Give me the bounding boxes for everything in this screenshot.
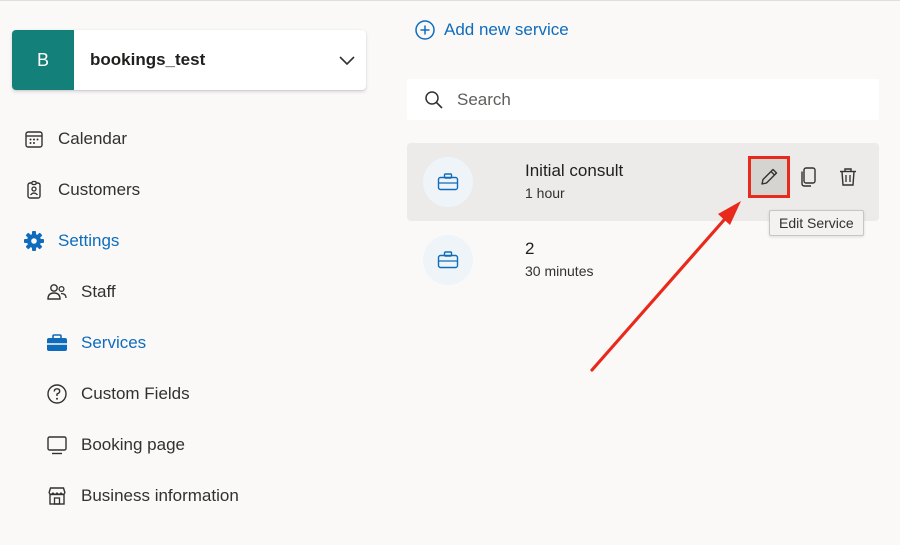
- nav-business-information-label: Business information: [81, 486, 239, 505]
- service-duration: 1 hour: [525, 185, 565, 201]
- business-avatar: B: [12, 30, 74, 90]
- add-circle-icon: [415, 20, 435, 40]
- copy-icon: [801, 167, 816, 187]
- business-information-store-icon: [45, 484, 69, 508]
- nav-settings[interactable]: Settings: [22, 227, 119, 255]
- staff-icon: [45, 280, 69, 304]
- top-divider: [0, 0, 900, 1]
- nav-calendar[interactable]: Calendar: [22, 125, 127, 153]
- add-new-service-button[interactable]: Add new service: [414, 17, 569, 43]
- nav-settings-label: Settings: [58, 231, 120, 250]
- service-briefcase-icon: [423, 235, 473, 285]
- business-selector[interactable]: B bookings_test: [12, 30, 366, 90]
- services-briefcase-icon: [45, 331, 69, 355]
- delete-service-button[interactable]: [832, 161, 864, 193]
- service-name: Initial consult: [525, 161, 624, 180]
- copy-service-button[interactable]: [792, 161, 824, 193]
- nav-customers-label: Customers: [58, 180, 141, 199]
- business-name: bookings_test: [90, 50, 206, 69]
- search-input[interactable]: [455, 88, 839, 111]
- nav-services[interactable]: Services: [45, 329, 146, 357]
- service-duration: 30 minutes: [525, 263, 594, 279]
- add-new-service-label: Add new service: [444, 20, 569, 39]
- search-box[interactable]: [407, 79, 879, 120]
- booking-page-monitor-icon: [45, 433, 69, 457]
- nav-booking-page[interactable]: Booking page: [45, 431, 185, 459]
- search-icon: [425, 90, 443, 109]
- nav-custom-fields-label: Custom Fields: [81, 384, 190, 403]
- nav-customers[interactable]: Customers: [22, 176, 140, 204]
- nav-custom-fields[interactable]: Custom Fields: [45, 380, 190, 408]
- chevron-down-icon[interactable]: [338, 53, 356, 67]
- settings-gear-icon: [22, 229, 46, 253]
- delete-trash-icon: [840, 168, 856, 186]
- nav-calendar-label: Calendar: [58, 129, 127, 148]
- edit-pencil-icon: [761, 168, 778, 185]
- nav-business-information[interactable]: Business information: [45, 482, 239, 510]
- service-name: 2: [525, 239, 535, 258]
- nav-services-label: Services: [81, 333, 147, 352]
- nav-staff-label: Staff: [81, 282, 116, 301]
- nav-booking-page-label: Booking page: [81, 435, 185, 454]
- customers-icon: [22, 178, 46, 202]
- edit-service-button[interactable]: [748, 156, 790, 198]
- service-row[interactable]: 2 30 minutes: [407, 221, 879, 299]
- custom-fields-help-icon: [45, 382, 69, 406]
- calendar-icon: [22, 127, 46, 151]
- nav-staff[interactable]: Staff: [45, 278, 116, 306]
- service-briefcase-icon: [423, 157, 473, 207]
